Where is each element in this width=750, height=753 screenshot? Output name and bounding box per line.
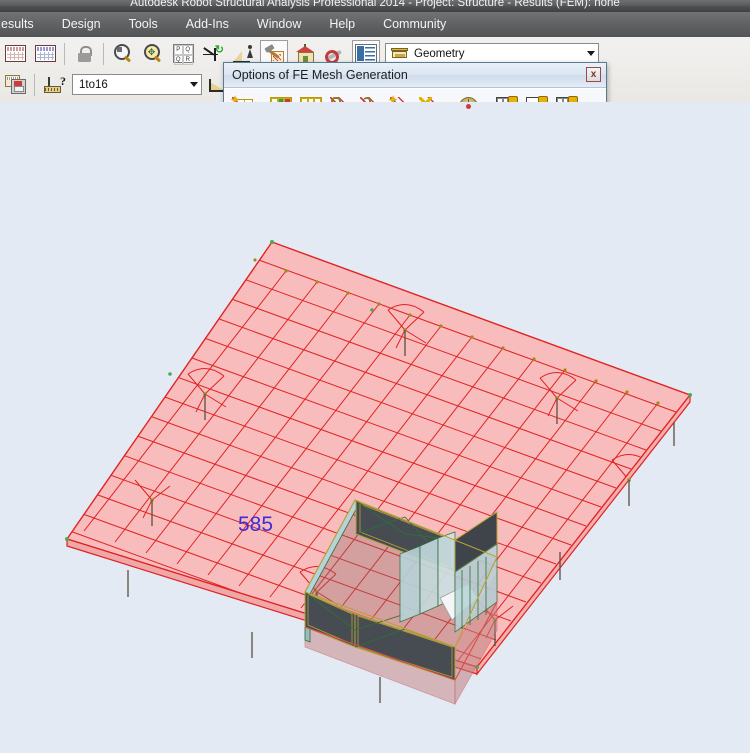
lock-icon xyxy=(77,45,92,62)
list-view-icon xyxy=(355,44,377,63)
view-quad-button[interactable]: PQQR xyxy=(170,41,196,67)
hammer-icon xyxy=(264,43,284,63)
four-views-icon: PQQR xyxy=(172,44,194,65)
structure-model-graphic xyxy=(65,240,692,706)
pan-zoom-button[interactable]: ✥ xyxy=(140,41,166,67)
load-case-combo[interactable]: 1to16 xyxy=(72,74,202,95)
load-case-value: 1to16 xyxy=(79,78,108,91)
window-title: Autodesk Robot Structural Analysis Profe… xyxy=(130,0,620,9)
chevron-down-icon[interactable] xyxy=(186,76,201,93)
table-blue-icon xyxy=(34,45,56,62)
dialog-title: Options of FE Mesh Generation xyxy=(232,68,408,82)
menu-results[interactable]: Results xyxy=(0,15,48,34)
table-red-icon xyxy=(4,45,26,62)
node-number-label: 585 xyxy=(238,513,274,536)
display-mode-combo[interactable]: Geometry xyxy=(385,43,599,64)
tables-blue-button[interactable] xyxy=(32,41,58,67)
menu-help[interactable]: Help xyxy=(315,15,369,34)
zoom-window-button[interactable] xyxy=(110,41,136,67)
model-viewport[interactable]: 585 xyxy=(0,102,750,753)
menu-tools[interactable]: Tools xyxy=(115,15,172,34)
menu-add-ins[interactable]: Add-Ins xyxy=(172,15,243,34)
close-icon[interactable]: x xyxy=(586,67,601,82)
menu-design[interactable]: Design xyxy=(48,15,115,34)
toolbar-separator xyxy=(103,42,104,65)
support-query-button[interactable]: ? xyxy=(41,72,67,98)
toolbar-separator xyxy=(64,42,65,65)
beam-support-icon xyxy=(233,44,253,63)
dialog-title-bar[interactable]: Options of FE Mesh Generation x xyxy=(224,63,606,88)
geometry-icon xyxy=(391,48,408,59)
menu-window[interactable]: Window xyxy=(243,15,315,34)
menu-bar: Results Design Tools Add-Ins Window Help… xyxy=(0,12,750,37)
save-structure-button[interactable] xyxy=(2,72,28,98)
title-bar: Autodesk Robot Structural Analysis Profe… xyxy=(0,0,750,12)
application-window: Autodesk Robot Structural Analysis Profe… xyxy=(0,0,750,753)
toolbar-separator xyxy=(34,73,35,96)
chevron-down-icon[interactable] xyxy=(583,45,598,62)
support-question-icon: ? xyxy=(43,74,66,94)
tables-red-button[interactable] xyxy=(2,41,28,67)
axis-green-icon: ↻ xyxy=(203,44,224,63)
lock-button[interactable] xyxy=(71,41,97,67)
wrench-icon xyxy=(322,45,345,66)
menu-community[interactable]: Community xyxy=(369,15,460,34)
save-building-icon xyxy=(4,75,26,94)
magnifier-pan-icon: ✥ xyxy=(143,44,163,63)
display-mode-value: Geometry xyxy=(414,47,465,60)
toolbar-row-secondary: ? 1to16 ? xyxy=(0,69,235,100)
house-icon xyxy=(295,43,315,64)
magnifier-icon xyxy=(113,44,133,63)
